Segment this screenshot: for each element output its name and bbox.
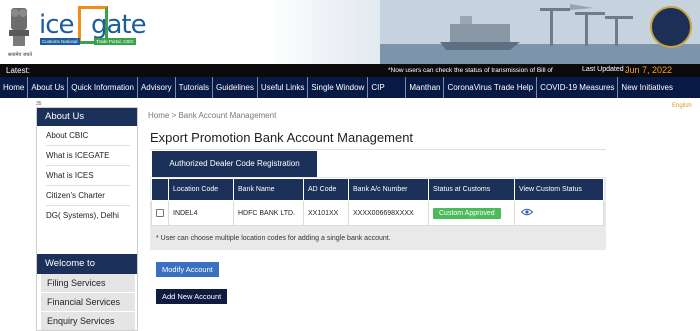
row-select-cell xyxy=(151,200,169,226)
sidebar-item-what-is-icegate[interactable]: What is ICEGATE xyxy=(37,146,137,165)
sidebar-item-enquiry-services[interactable]: Enquiry Services xyxy=(41,312,135,330)
tab-authorized-dealer-code-registration[interactable]: Authorized Dealer Code Registration xyxy=(152,151,317,177)
eye-icon[interactable] xyxy=(520,208,534,216)
sidebar-item-filing-services[interactable]: Filing Services xyxy=(41,274,135,292)
row-select-checkbox[interactable] xyxy=(156,209,164,217)
table-row: INDEL4 HDFC BANK LTD. XX101XX XXXX006698… xyxy=(151,200,604,226)
nav-item-single-window[interactable]: Single Window xyxy=(308,77,369,98)
nav-item-manthan[interactable]: Manthan xyxy=(406,77,445,98)
nav-item-cip[interactable]: CIP xyxy=(368,77,407,98)
column-header-location-code: Location Code xyxy=(168,178,234,201)
page-title: Export Promotion Bank Account Management xyxy=(150,130,414,145)
breadcrumb[interactable]: Home > Bank Account Management xyxy=(148,111,276,120)
sidebar-item-financial-services[interactable]: Financial Services xyxy=(41,293,135,311)
sidebar-item-citizens-charter[interactable]: Citizen's Charter xyxy=(37,186,137,205)
logo-tagline-left: Customs National xyxy=(40,38,80,45)
column-header-status-at-customs: Status at Customs xyxy=(428,178,515,201)
main-nav: Home About Us Quick Information Advisory… xyxy=(0,77,700,98)
language-link[interactable]: English xyxy=(672,103,692,109)
column-header-select xyxy=(151,178,169,201)
nav-item-covid-measures[interactable]: COVID-19 Measures xyxy=(537,77,619,98)
status-cell: Custom Approved xyxy=(428,200,515,226)
logo-text-ice: ice xyxy=(39,10,75,40)
column-header-bank-name: Bank Name xyxy=(233,178,304,201)
sidebar-item-dg-systems[interactable]: DG( Systems), Delhi xyxy=(37,206,137,225)
sidebar-item-about-cbic[interactable]: About CBIC xyxy=(37,126,137,145)
nav-item-guidelines[interactable]: Guidelines xyxy=(213,77,258,98)
sidebar: About Us About CBIC What is ICEGATE What… xyxy=(36,107,138,331)
sidebar-welcome-heading: Welcome to ICEGATE xyxy=(37,254,137,289)
column-header-bank-account-number: Bank A/c Number xyxy=(348,178,429,201)
nav-item-new-initiatives[interactable]: New Initiatives xyxy=(618,77,676,98)
location-code-cell: INDEL4 xyxy=(168,200,234,226)
emblem-caption: सत्यमेव जयते xyxy=(7,52,33,58)
modify-account-button[interactable]: Modify Account xyxy=(156,262,219,277)
multiple-location-note: * User can choose multiple location code… xyxy=(156,235,391,242)
status-badge: Custom Approved xyxy=(433,207,501,219)
logo-text-gate: gate xyxy=(91,10,147,40)
site-header: सत्यमेव जयते ice gate Customs National T… xyxy=(0,0,700,64)
account-number-cell: XXXX006698XXXX xyxy=(348,200,429,226)
nav-item-coronavirus-trade-help[interactable]: CoronaVirus Trade Help xyxy=(444,77,538,98)
view-status-cell xyxy=(514,200,604,226)
nav-item-advisory[interactable]: Advisory xyxy=(138,77,176,98)
latest-bar: Latest: *Now users can check the status … xyxy=(0,64,700,77)
last-updated-date: Jun 7, 2022 xyxy=(625,65,673,75)
news-ticker[interactable]: *Now users can check the status of trans… xyxy=(388,67,553,74)
latest-label: Latest: xyxy=(6,66,31,75)
sidebar-item-what-is-ices[interactable]: What is ICES xyxy=(37,166,137,185)
add-new-account-button[interactable]: Add New Account xyxy=(156,289,228,304)
nav-item-tutorials[interactable]: Tutorials xyxy=(176,77,214,98)
last-updated-label: Last Updated : xyxy=(582,66,628,73)
cbic-seal-icon xyxy=(650,6,692,48)
title-divider xyxy=(150,149,606,150)
nav-item-useful-links[interactable]: Useful Links xyxy=(258,77,309,98)
nav-item-home[interactable]: Home xyxy=(0,77,29,98)
ad-code-cell: XX101XX xyxy=(303,200,349,226)
bank-account-table: Location Code Bank Name AD Code Bank A/c… xyxy=(151,178,604,226)
national-emblem-icon xyxy=(9,8,29,46)
nav-item-quick-information[interactable]: Quick Information xyxy=(68,77,138,98)
bank-name-cell: HDFC BANK LTD. xyxy=(233,200,304,226)
logo-tagline-right: Trade Portal, CBIC xyxy=(94,38,136,45)
column-header-ad-code: AD Code xyxy=(303,178,349,201)
sidebar-title-about-us: About Us xyxy=(37,108,137,126)
nav-item-about-us[interactable]: About Us xyxy=(28,77,69,98)
column-header-view-custom-status: View Custom Status xyxy=(514,178,604,201)
table-header-row: Location Code Bank Name AD Code Bank A/c… xyxy=(151,178,604,201)
